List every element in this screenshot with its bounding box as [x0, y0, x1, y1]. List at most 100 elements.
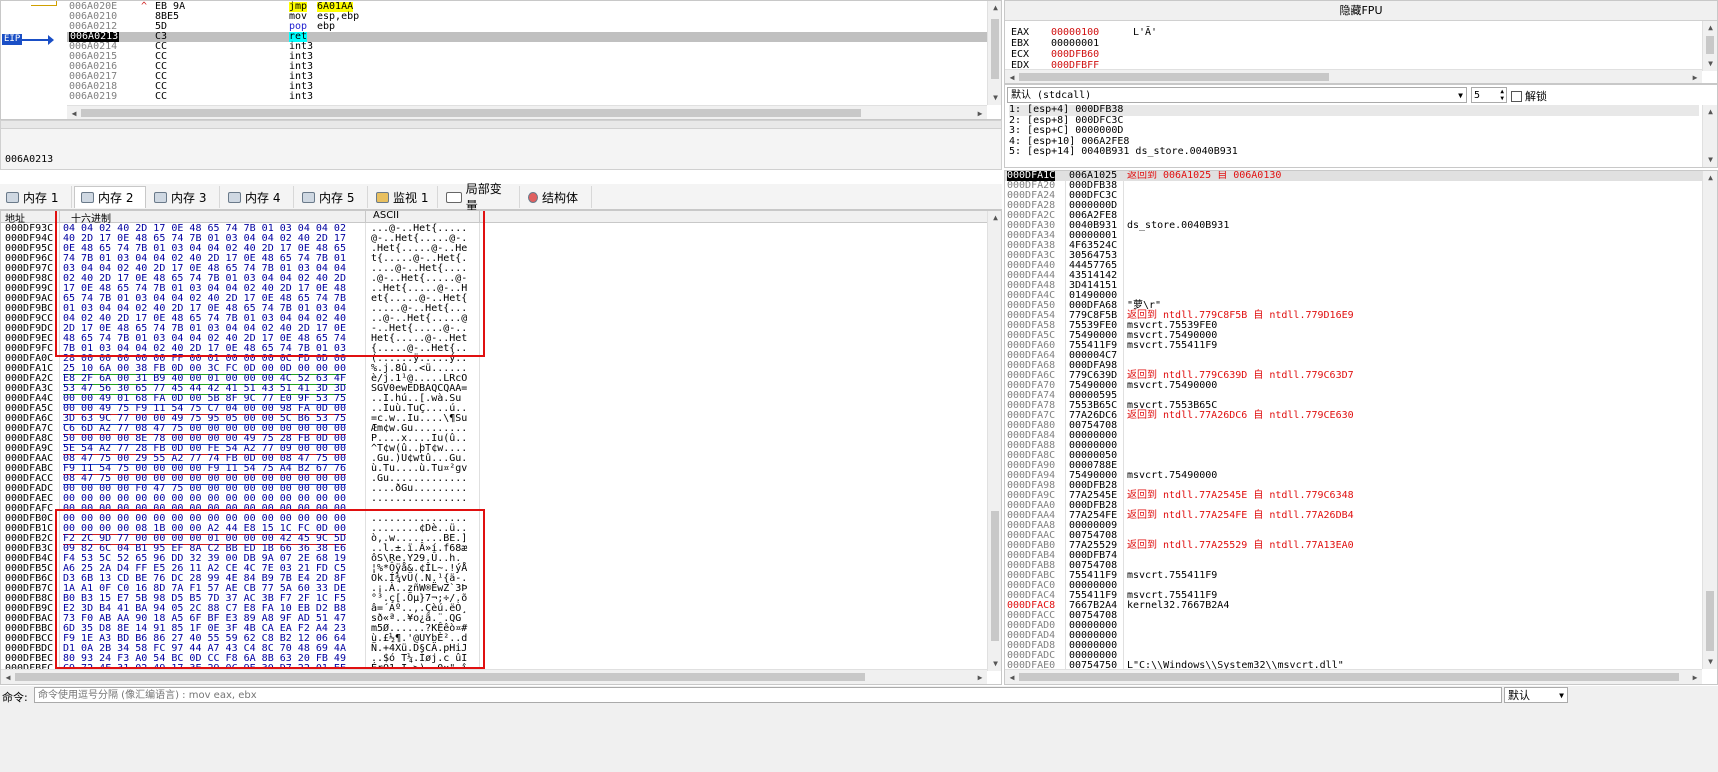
stack-comment: 返回到 ntdll.77A254FE 自 ntdll.77A26DB4	[1127, 510, 1354, 521]
tab-6[interactable]: 监视 1	[370, 186, 438, 208]
locals-icon	[446, 191, 462, 203]
disasm-row[interactable]: 006A0212 5D pop ebp	[67, 22, 987, 32]
jump-line	[31, 1, 57, 6]
tab-label: 内存 4	[245, 190, 281, 205]
stack-comment: ds_store.0040B931	[1127, 220, 1230, 231]
tab-2[interactable]: 内存 2	[74, 186, 146, 208]
splitter[interactable]	[1, 121, 1001, 129]
registers-hscroll[interactable]: ◀ ▶	[1005, 69, 1702, 83]
tab-3[interactable]: 内存 3	[148, 186, 220, 208]
tab-label: 内存 2	[98, 191, 134, 205]
arg-count-stepper[interactable]: 5 ▲ ▼	[1471, 87, 1507, 103]
register-name: EBX	[1011, 38, 1030, 49]
hide-fpu-button[interactable]: 隐藏FPU	[1005, 1, 1717, 21]
tab-label: 内存 1	[23, 190, 59, 205]
memory-icon	[154, 191, 167, 203]
disasm-vscroll[interactable]: ▲ ▼	[987, 1, 1001, 105]
checkbox-icon	[1511, 90, 1522, 102]
tab-8[interactable]: 结构体	[522, 186, 592, 208]
command-input[interactable]	[34, 687, 1502, 703]
eip-arrow-icon	[22, 34, 55, 45]
info-pane: 006A0213	[0, 120, 1002, 170]
jump-arrow: ^	[141, 1, 148, 12]
chevron-down-icon: ▼	[1559, 690, 1564, 700]
disasm-row[interactable]: 006A0214 CC int3	[67, 42, 987, 52]
disasm-row[interactable]: 006A0219 CC int3	[67, 92, 987, 102]
stack-comment: 返回到 006A1025 自 006A0130	[1127, 170, 1282, 181]
register-value[interactable]: 000DFB60	[1051, 49, 1099, 60]
disasm-row[interactable]: 006A020E ^ EB 9A jmp 6A01AA	[67, 2, 987, 12]
registers-pane: 隐藏FPU EAX 00000100 L'Ā' EBX 00000001 ECX 000DF…	[1004, 0, 1718, 84]
command-label: 命令:	[2, 691, 28, 704]
disasm-hscroll[interactable]: ◀ ▶	[67, 105, 987, 119]
stepper-arrows-icon: ▲ ▼	[1500, 88, 1504, 102]
dump-vscroll[interactable]: ▲ ▼	[987, 211, 1001, 671]
stack-pane: 000DFA1C 006A1025 返回到 006A1025 自 006A0130 0…	[1004, 170, 1718, 685]
stack-hscroll[interactable]: ◀ ▶	[1005, 669, 1702, 684]
callconv-value: 默认 (stdcall)	[1011, 89, 1092, 101]
stack-vscroll[interactable]: ▲ ▼	[1702, 171, 1717, 669]
disasm-row[interactable]: 006A0218 CC int3	[67, 82, 987, 92]
stack-comment: msvcrt.755411F9	[1127, 340, 1218, 351]
stack-comment: msvcrt.75490000	[1127, 470, 1218, 481]
tab-4[interactable]: 内存 4	[222, 186, 294, 208]
stack-comment: msvcrt.755411F9	[1127, 570, 1218, 581]
tab-label: 监视 1	[393, 190, 429, 205]
register-value[interactable]: 00000001	[1051, 38, 1099, 49]
callconv-select[interactable]: 默认 (stdcall) ▼	[1007, 87, 1467, 103]
memory-icon	[228, 191, 241, 203]
unlock-label: 解锁	[1525, 90, 1547, 103]
tab-label: 局部变量	[465, 182, 502, 213]
memory-icon	[81, 192, 94, 203]
call-arg-row[interactable]: 5: [esp+14] 0040B931 ds_store.0040B931	[1009, 146, 1699, 158]
struct-icon	[528, 191, 538, 203]
gutter	[1, 1, 67, 119]
eip-label: EIP	[2, 34, 23, 45]
dump-hscroll[interactable]: ◀ ▶	[1, 669, 987, 684]
stack-comment: msvcrt.75490000	[1127, 380, 1218, 391]
register-value[interactable]: 00000100	[1051, 27, 1099, 38]
stack-comment: 返回到 ntdll.77A2545E 自 ntdll.779C6348	[1127, 490, 1354, 501]
tab-5[interactable]: 内存 5	[296, 186, 368, 208]
disasm-row[interactable]: 006A0215 CC int3	[67, 52, 987, 62]
disasm-row[interactable]: 006A0213 C3 ret	[67, 32, 987, 42]
registers-vscroll[interactable]: ▲ ▼	[1702, 21, 1717, 71]
command-mode-select[interactable]: 默认 ▼	[1504, 687, 1568, 703]
tab-1[interactable]: 内存 1	[0, 186, 72, 208]
disasm-addr: 006A0219	[69, 91, 118, 102]
register-name: ECX	[1011, 49, 1030, 60]
tab-label: 内存 3	[171, 190, 207, 205]
disasm-bytes: CC	[155, 91, 168, 102]
arg-count-value: 5	[1474, 89, 1481, 101]
disasm-mnemonic: int3	[289, 91, 314, 102]
call-arg-row[interactable]: 1: [esp+4] 000DFB38	[1009, 104, 1699, 116]
info-line: 006A0213	[5, 154, 54, 165]
disasm-row[interactable]: 006A0216 CC int3	[67, 62, 987, 72]
command-mode-value: 默认	[1508, 689, 1530, 702]
args-vscroll[interactable]: ▲ ▼	[1702, 105, 1717, 167]
tab-7[interactable]: 局部变量	[440, 182, 520, 213]
highlight-box-bottom	[55, 509, 485, 669]
arg-list: 1: [esp+4] 000DFB38 2: [esp+8] 000DFC3C 3:…	[1009, 104, 1699, 158]
stack-comment: 返回到 ntdll.77A25529 自 ntdll.77A13EA0	[1127, 540, 1354, 551]
register-name: EAX	[1011, 27, 1030, 38]
unlock-checkbox[interactable]: 解锁	[1511, 88, 1547, 104]
stack-comment: 返回到 ntdll.77A26DC6 自 ntdll.779CE630	[1127, 410, 1354, 421]
call-arg-row[interactable]: 3: [esp+C] 0000000D	[1009, 125, 1699, 137]
stack-comment: kernel32.7667B2A4	[1127, 600, 1230, 611]
tab-label: 内存 5	[319, 190, 355, 205]
disasm-row[interactable]: 006A0210 8BE5 mov esp,ebp	[67, 12, 987, 22]
highlight-box-top	[55, 211, 485, 357]
eip-marker: EIP	[2, 34, 55, 45]
disasm-row[interactable]: 006A0217 CC int3	[67, 72, 987, 82]
disasm-operand: ebp	[317, 21, 336, 32]
tab-bar: 内存 1 内存 2 内存 3 内存 4 内存 5 监视 1 局部变量 结构体	[0, 182, 1002, 213]
chevron-down-icon: ▼	[1458, 90, 1463, 100]
memory-icon	[302, 191, 315, 203]
dump-pane: 地址 十六进制 ASCII 000DF93C 04 04 02 40 2D 17 …	[0, 210, 1002, 685]
command-bar: 命令: 默认 ▼	[0, 686, 1718, 772]
register-comment: L'Ā'	[1133, 27, 1158, 38]
call-args-pane: 默认 (stdcall) ▼ 5 ▲ ▼ 解锁 1: [esp+4] 000DFB…	[1004, 84, 1718, 168]
memory-icon	[6, 191, 19, 203]
disassembly-pane: EIP 006A020E ^ EB 9A jmp 6A01AA 006A0210 8BE5 m…	[0, 0, 1002, 120]
